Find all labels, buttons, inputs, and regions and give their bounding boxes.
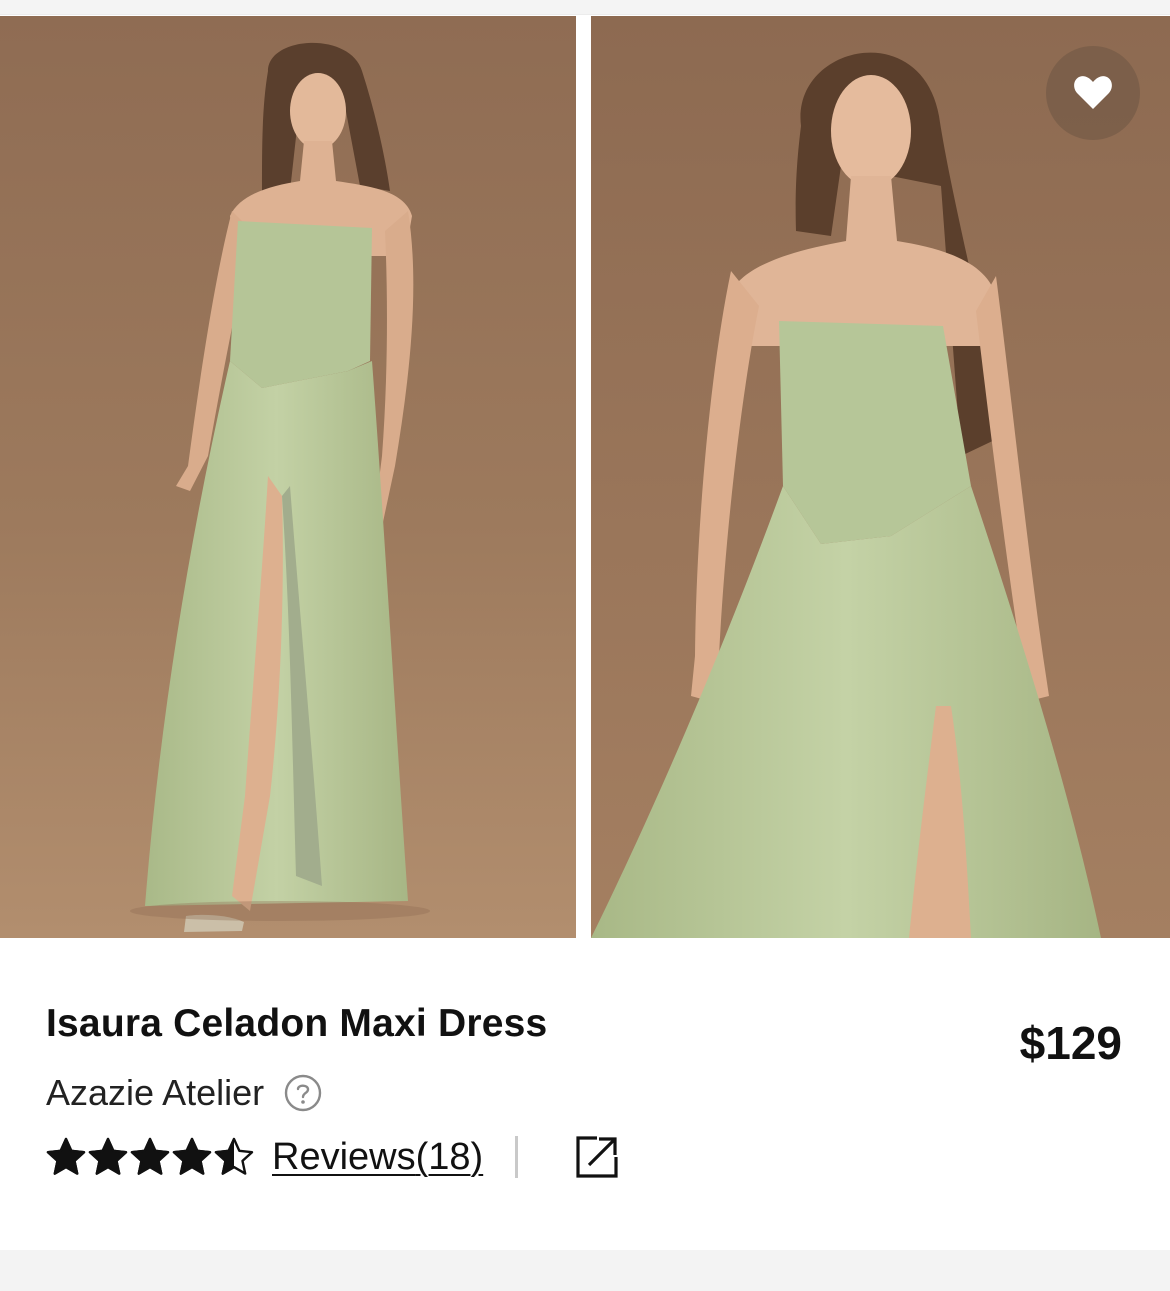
photo-illustration [0,16,576,938]
product-price: $129 [1019,1017,1122,1069]
product-title: Isaura Celadon Maxi Dress [46,1002,548,1045]
heart-icon [1074,76,1112,109]
reviews-count: (18) [415,1135,484,1178]
question-circle-icon[interactable] [284,1074,322,1112]
favorite-button[interactable] [1046,46,1140,140]
product-image-gallery[interactable] [0,16,1170,938]
top-divider [0,0,1170,15]
star-rating [46,1137,254,1177]
brand-name: Azazie Atelier [46,1072,265,1113]
star-icon [130,1137,170,1175]
reviews-label: Reviews [272,1135,416,1178]
rating-row: Reviews(18) [46,1134,620,1180]
product-card-page: Isaura Celadon Maxi Dress $129 Azazie At… [0,0,1170,1291]
product-photo-three-quarter[interactable] [591,16,1170,938]
star-icon [88,1137,128,1175]
brand-row: Azazie Atelier [46,1072,322,1114]
star-icon [46,1137,86,1175]
reviews-link[interactable]: Reviews(18) [272,1136,483,1179]
bottom-divider [0,1250,1170,1291]
product-info: Isaura Celadon Maxi Dress $129 Azazie At… [0,938,1170,1250]
photo-illustration [591,16,1170,938]
product-photo-full-length[interactable] [0,16,576,938]
divider [515,1136,519,1178]
star-icon [214,1137,254,1175]
external-link-icon[interactable] [574,1134,620,1180]
star-icon [172,1137,212,1175]
